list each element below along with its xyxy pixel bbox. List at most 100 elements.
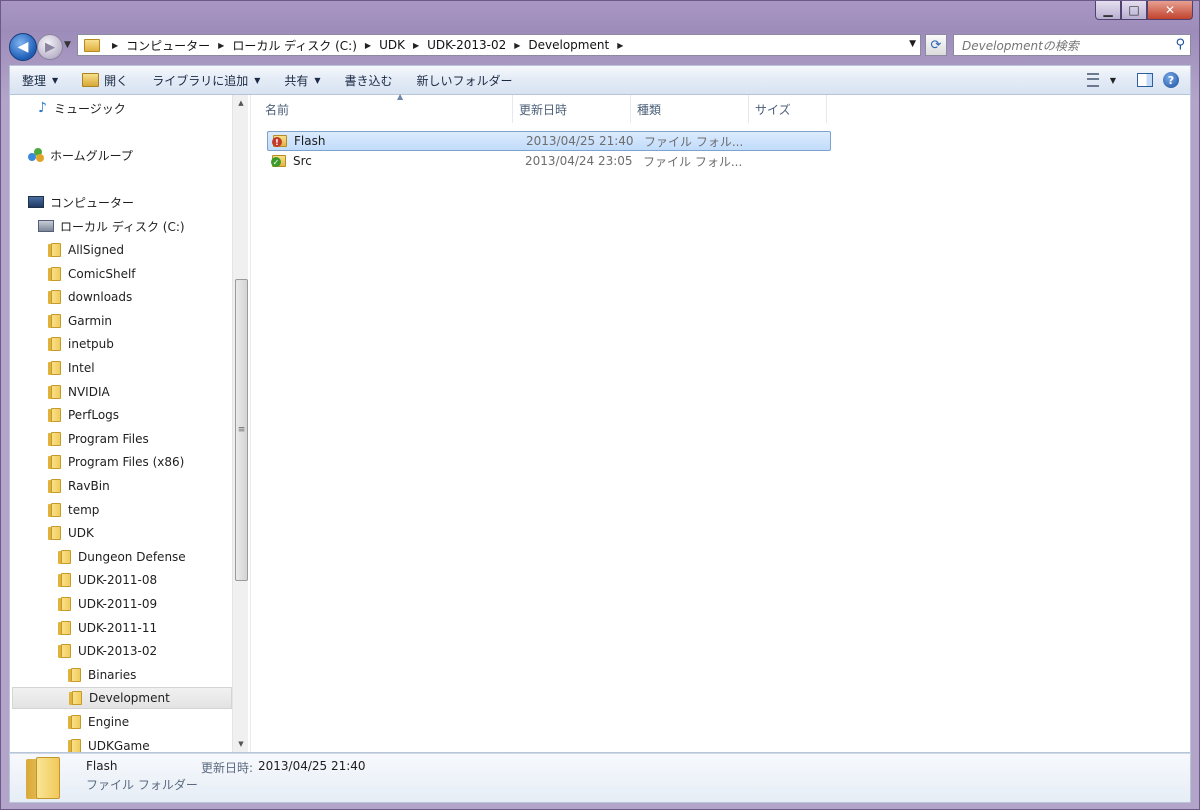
folder-icon xyxy=(48,408,61,423)
folder-front xyxy=(36,757,60,799)
refresh-button[interactable]: ⟳ xyxy=(925,34,947,56)
column-name[interactable]: 名前 xyxy=(259,95,513,123)
help-icon: ? xyxy=(1163,72,1179,88)
sidebar-item-label: UDK-2013-02 xyxy=(78,644,158,659)
details-pane: Flash ファイル フォルダー 更新日時: 2013/04/25 21:40 xyxy=(9,753,1191,803)
change-view-button[interactable] xyxy=(1080,73,1106,87)
caption-buttons: ▁ □ ✕ xyxy=(1095,1,1193,20)
sidebar-item-homegroup[interactable]: ホームグループ xyxy=(28,144,133,166)
chevron-down-icon: ▼ xyxy=(52,75,59,85)
back-button[interactable]: ◀ xyxy=(9,33,37,61)
sidebar-item-label: ComicShelf xyxy=(68,266,136,281)
sidebar-folder-item[interactable]: Engine xyxy=(68,711,129,733)
share-button[interactable]: 共有 ▼ xyxy=(272,65,332,95)
sidebar-item-label: コンピューター xyxy=(50,195,135,210)
sidebar-item-label: inetpub xyxy=(68,337,114,352)
column-header: ▲ 名前 更新日時 種類 サイズ xyxy=(259,92,827,123)
maximize-button[interactable]: □ xyxy=(1121,1,1147,20)
sidebar-folder-item[interactable]: Binaries xyxy=(68,664,136,686)
column-size[interactable]: サイズ xyxy=(749,95,827,123)
folder-icon xyxy=(84,38,100,52)
chevron-right-icon[interactable]: ▶ xyxy=(365,41,371,50)
organize-button[interactable]: 整理 ▼ xyxy=(10,65,70,95)
sidebar-folder-item[interactable]: UDK-2011-08 xyxy=(58,569,157,591)
sidebar-folder-item[interactable]: ComicShelf xyxy=(48,263,136,285)
chevron-right-icon[interactable]: ▶ xyxy=(413,41,419,50)
breadcrumb-local-disk[interactable]: ローカル ディスク (C:) xyxy=(232,37,357,54)
sidebar-item-computer[interactable]: コンピューター xyxy=(28,191,134,213)
address-bar[interactable]: ▶ コンピューター ▶ ローカル ディスク (C:) ▶ UDK ▶ UDK-2… xyxy=(77,34,921,56)
sidebar-folder-item[interactable]: Program Files (x86) xyxy=(48,451,184,473)
add-to-library-button[interactable]: ライブラリに追加 ▼ xyxy=(140,65,272,95)
chevron-right-icon[interactable]: ▶ xyxy=(218,41,224,50)
view-options-dropdown[interactable]: ▼ xyxy=(1106,76,1120,85)
breadcrumb-computer[interactable]: コンピューター xyxy=(126,37,210,54)
sidebar-item-local-disk[interactable]: ローカル ディスク (C:) xyxy=(38,215,185,237)
search-icon[interactable]: ⚲ xyxy=(1175,37,1185,52)
sidebar-folder-item[interactable]: UDK-2013-02 xyxy=(58,640,157,662)
sidebar-folder-item[interactable]: UDK-2011-11 xyxy=(58,617,157,639)
sidebar-item-label: NVIDIA xyxy=(68,384,110,399)
sidebar-folder-item[interactable]: Garmin xyxy=(48,310,112,332)
breadcrumb-udk-2013-02[interactable]: UDK-2013-02 xyxy=(427,38,506,52)
folder-icon xyxy=(68,667,81,682)
details-date-label: 更新日時: xyxy=(201,761,254,775)
sidebar-folder-item[interactable]: Intel xyxy=(48,357,95,379)
sidebar-folder-item[interactable]: Dungeon Defense xyxy=(58,546,186,568)
sidebar-item-label: Dungeon Defense xyxy=(78,549,186,564)
minimize-button[interactable]: ▁ xyxy=(1095,1,1121,20)
sidebar-item-label: downloads xyxy=(68,290,133,305)
sidebar-item-music[interactable]: ♪ ミュージック xyxy=(38,97,126,119)
sidebar-folder-item[interactable]: temp xyxy=(48,499,99,521)
close-button[interactable]: ✕ xyxy=(1147,1,1193,20)
forward-button[interactable]: ▶ xyxy=(37,34,63,60)
sidebar-folder-item[interactable]: Development xyxy=(12,687,232,710)
scroll-thumb[interactable]: ≡ xyxy=(235,279,248,581)
sidebar-folder-item[interactable]: downloads xyxy=(48,286,132,308)
scroll-down-icon[interactable]: ▼ xyxy=(233,736,248,752)
sidebar-folder-item[interactable]: NVIDIA xyxy=(48,381,110,403)
sidebar-item-label: ミュージック xyxy=(53,101,126,116)
search-input[interactable] xyxy=(960,36,1164,56)
help-button[interactable]: ? xyxy=(1158,72,1184,88)
sidebar-item-label: Engine xyxy=(88,715,130,729)
open-button[interactable]: 開く xyxy=(70,65,140,95)
sidebar-item-label: temp xyxy=(68,502,100,517)
computer-icon xyxy=(28,196,44,208)
folder-icon xyxy=(48,266,61,281)
folder-icon xyxy=(48,502,61,517)
file-row-flash[interactable]: ! Flash 2013/04/25 21:40 ファイル フォル... xyxy=(267,131,831,151)
sidebar-folder-item[interactable]: UDK-2011-09 xyxy=(58,593,157,615)
folder-icon xyxy=(48,455,61,470)
sidebar-folder-item[interactable]: Program Files xyxy=(48,428,149,450)
navigation-scrollbar[interactable]: ▲ ≡ ▼ xyxy=(232,95,248,752)
column-modified[interactable]: 更新日時 xyxy=(513,95,631,123)
sidebar-folder-item[interactable]: PerfLogs xyxy=(48,404,119,426)
homegroup-icon xyxy=(28,148,44,162)
folder-icon xyxy=(48,243,61,257)
new-folder-button[interactable]: 新しいフォルダー xyxy=(405,65,525,95)
scroll-up-icon[interactable]: ▲ xyxy=(233,95,248,111)
sidebar-folder-item[interactable]: UDKGame xyxy=(68,735,150,752)
sidebar-folder-item[interactable]: inetpub xyxy=(48,333,114,355)
chevron-right-icon[interactable]: ▶ xyxy=(112,41,118,50)
history-dropdown-icon[interactable]: ▼ xyxy=(64,40,71,50)
chevron-down-icon: ▼ xyxy=(314,75,321,85)
sidebar-folder-item[interactable]: AllSigned xyxy=(48,239,124,261)
address-dropdown-icon[interactable]: ▼ xyxy=(909,39,916,49)
ok-check-badge-icon: ✓ xyxy=(271,157,281,167)
sidebar-item-label: UDK-2011-09 xyxy=(78,597,158,611)
details-type: ファイル フォルダー xyxy=(86,778,198,792)
navigation-row: ◀ ▶ ▼ ▶ コンピューター ▶ ローカル ディスク (C:) ▶ UDK ▶… xyxy=(9,33,1191,61)
file-name: Flash xyxy=(294,134,326,148)
chevron-right-icon[interactable]: ▶ xyxy=(617,41,623,50)
chevron-right-icon[interactable]: ▶ xyxy=(514,41,520,50)
preview-pane-button[interactable] xyxy=(1132,73,1158,87)
column-type[interactable]: 種類 xyxy=(631,95,749,123)
burn-button[interactable]: 書き込む xyxy=(333,65,405,95)
file-row-src[interactable]: ✓ Src 2013/04/24 23:05 ファイル フォル... xyxy=(267,151,831,171)
breadcrumb-development[interactable]: Development xyxy=(528,38,609,52)
sidebar-folder-item[interactable]: RavBin xyxy=(48,475,110,497)
breadcrumb-udk[interactable]: UDK xyxy=(379,38,405,52)
sidebar-folder-item[interactable]: UDK xyxy=(48,522,94,544)
